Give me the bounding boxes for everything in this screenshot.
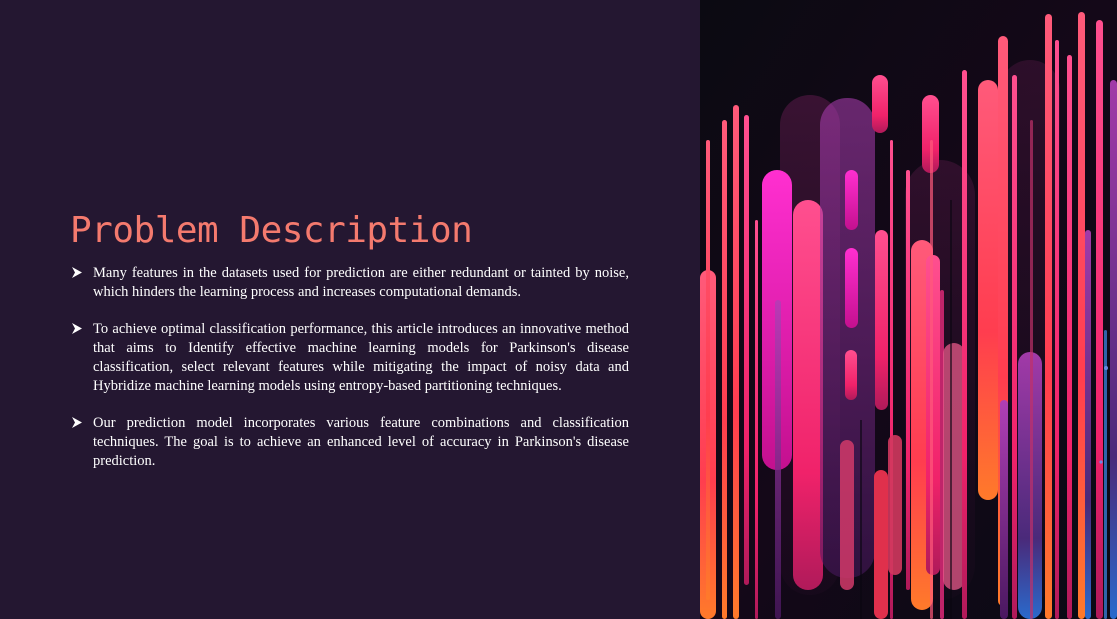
bullet-text: To achieve optimal classification perfor… (93, 321, 629, 394)
neon-bars-art (700, 0, 1117, 619)
slide: Problem Description Many features in the… (0, 0, 1117, 619)
arrowhead-icon (72, 417, 82, 428)
bullet-text: Our prediction model incorporates variou… (93, 415, 629, 469)
arrowhead-icon (72, 267, 82, 278)
abstract-neon-bars-image (700, 0, 1117, 619)
bullet-item: Many features in the datasets used for p… (71, 264, 629, 302)
bullet-item: Our prediction model incorporates variou… (71, 414, 629, 471)
arrowhead-icon (72, 323, 82, 334)
bullet-text: Many features in the datasets used for p… (93, 265, 629, 300)
slide-title: Problem Description (70, 210, 473, 251)
bullet-list: Many features in the datasets used for p… (71, 264, 629, 489)
text-panel: Problem Description Many features in the… (0, 0, 700, 619)
bullet-item: To achieve optimal classification perfor… (71, 320, 629, 396)
